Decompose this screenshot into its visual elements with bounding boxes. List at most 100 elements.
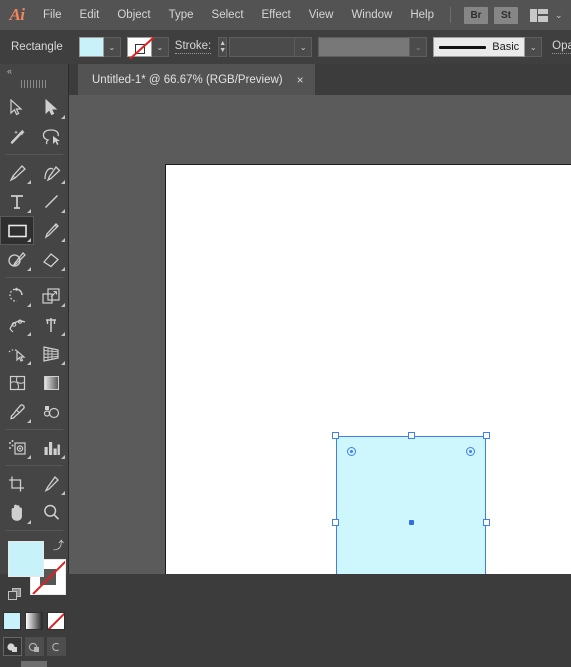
selection-tool[interactable]: [0, 93, 34, 122]
eraser-tool[interactable]: [34, 245, 68, 274]
stroke-weight-input[interactable]: [229, 37, 296, 57]
close-icon[interactable]: ×: [297, 74, 304, 86]
stroke-color-control[interactable]: ⌄: [126, 36, 169, 60]
flyout-indicator-icon[interactable]: [61, 238, 65, 242]
stroke-swatch[interactable]: [126, 36, 155, 60]
selected-rectangle[interactable]: [332, 432, 490, 574]
curvature-tool[interactable]: [34, 158, 68, 187]
bounds-handle-middle-right[interactable]: [483, 519, 490, 526]
flyout-indicator-icon[interactable]: [27, 180, 31, 184]
zoom-tool[interactable]: [34, 498, 68, 527]
shaper-pencil-tool[interactable]: [0, 245, 34, 274]
bounds-handle-top-center[interactable]: [407, 432, 415, 439]
change-screen-mode-button[interactable]: [21, 661, 47, 667]
flyout-indicator-icon[interactable]: [61, 361, 65, 365]
opacity-label[interactable]: Opacity: [552, 40, 571, 54]
artboard-tool[interactable]: [0, 469, 34, 498]
stroke-weight-chevron-down-icon[interactable]: ⌄: [295, 37, 313, 57]
fill-color-control[interactable]: ⌄: [78, 37, 121, 57]
stepper-up-icon[interactable]: ▲: [219, 40, 226, 47]
fill-color-swatch[interactable]: [8, 541, 44, 577]
brush-chevron-down-icon[interactable]: ⌄: [525, 37, 543, 57]
stroke-weight-label[interactable]: Stroke:: [174, 40, 212, 54]
flyout-indicator-icon[interactable]: [27, 361, 31, 365]
stock-button[interactable]: St: [494, 6, 518, 24]
type-tool[interactable]: [0, 187, 34, 216]
perspective-grid-tool[interactable]: [34, 339, 68, 368]
brush-definition-control[interactable]: Basic ⌄: [433, 37, 543, 57]
flyout-indicator-icon[interactable]: [27, 267, 31, 271]
flyout-indicator-icon[interactable]: [61, 303, 65, 307]
blend-tool[interactable]: [34, 397, 68, 426]
free-transform-tool[interactable]: [34, 310, 68, 339]
menu-item-help[interactable]: Help: [401, 0, 443, 30]
hand-tool[interactable]: [0, 498, 34, 527]
scale-tool[interactable]: [34, 281, 68, 310]
menu-item-effect[interactable]: Effect: [253, 0, 300, 30]
bridge-button[interactable]: Br: [464, 6, 488, 24]
direct-selection-tool[interactable]: [34, 93, 68, 122]
rectangle-tool[interactable]: [0, 216, 34, 245]
menu-item-edit[interactable]: Edit: [71, 0, 109, 30]
flyout-indicator-icon[interactable]: [61, 332, 65, 336]
symbol-sprayer-tool[interactable]: [0, 433, 34, 462]
fill-swatch[interactable]: [78, 37, 104, 57]
gradient-mode-button[interactable]: [25, 612, 43, 630]
magic-wand-tool[interactable]: [0, 122, 34, 151]
chevron-down-icon[interactable]: ⌄: [555, 10, 563, 21]
bounds-handle-middle-left[interactable]: [332, 519, 339, 526]
draw-normal-button[interactable]: [2, 637, 22, 656]
menu-item-view[interactable]: View: [300, 0, 343, 30]
canvas-area[interactable]: [69, 95, 571, 574]
none-mode-button[interactable]: [47, 612, 65, 630]
mesh-tool[interactable]: [0, 368, 34, 397]
flyout-indicator-icon[interactable]: [61, 455, 65, 459]
corner-radius-widget-top-left[interactable]: [347, 447, 356, 456]
flyout-indicator-icon[interactable]: [27, 332, 31, 336]
lasso-tool[interactable]: [34, 122, 68, 151]
flyout-indicator-icon[interactable]: [27, 303, 31, 307]
bounds-handle-top-right[interactable]: [483, 432, 490, 439]
fill-chevron-down-icon[interactable]: ⌄: [103, 37, 121, 57]
flyout-indicator-icon[interactable]: [27, 520, 31, 524]
flyout-indicator-icon[interactable]: [61, 209, 65, 213]
bounds-handle-top-left[interactable]: [332, 432, 339, 439]
flyout-indicator-icon[interactable]: [27, 419, 31, 423]
stroke-chevron-down-icon[interactable]: ⌄: [151, 37, 169, 57]
document-tab[interactable]: Untitled-1* @ 66.67% (RGB/Preview) ×: [78, 64, 315, 95]
flyout-indicator-icon[interactable]: [61, 491, 65, 495]
draw-behind-button[interactable]: [24, 637, 44, 656]
eyedropper-tool[interactable]: [0, 397, 34, 426]
pen-tool[interactable]: [0, 158, 34, 187]
flyout-indicator-icon[interactable]: [27, 455, 31, 459]
gradient-tool[interactable]: [34, 368, 68, 397]
color-mode-button[interactable]: [3, 612, 21, 630]
default-fill-stroke-icon[interactable]: [8, 588, 21, 601]
slice-tool[interactable]: [34, 469, 68, 498]
artboard[interactable]: [165, 164, 571, 574]
flyout-indicator-icon[interactable]: [61, 267, 65, 271]
stepper-down-icon[interactable]: ▼: [219, 47, 226, 54]
stroke-profile-control[interactable]: ⌄: [318, 37, 428, 57]
corner-radius-widget-top-right[interactable]: [466, 447, 475, 456]
flyout-indicator-icon[interactable]: [27, 209, 31, 213]
toolbar-drag-grip[interactable]: [21, 78, 47, 90]
column-graph-tool[interactable]: [34, 433, 68, 462]
rectangle-shape-fill[interactable]: [336, 436, 486, 574]
menu-item-window[interactable]: Window: [342, 0, 401, 30]
shape-builder-tool[interactable]: [0, 339, 34, 368]
rotate-tool[interactable]: [0, 281, 34, 310]
menu-item-type[interactable]: Type: [160, 0, 203, 30]
line-segment-tool[interactable]: [34, 187, 68, 216]
flyout-indicator-icon[interactable]: [61, 180, 65, 184]
menu-item-object[interactable]: Object: [108, 0, 159, 30]
stroke-weight-field-group[interactable]: ⌄: [229, 37, 313, 57]
width-tool[interactable]: [0, 310, 34, 339]
collapse-panel-icon[interactable]: «: [0, 64, 68, 78]
menu-item-file[interactable]: File: [34, 0, 71, 30]
menu-item-select[interactable]: Select: [203, 0, 253, 30]
workspace-switcher-icon[interactable]: [530, 8, 548, 22]
draw-inside-button[interactable]: [46, 637, 66, 656]
flyout-indicator-icon[interactable]: [61, 115, 65, 119]
stroke-weight-stepper[interactable]: ▲ ▼: [218, 37, 228, 57]
